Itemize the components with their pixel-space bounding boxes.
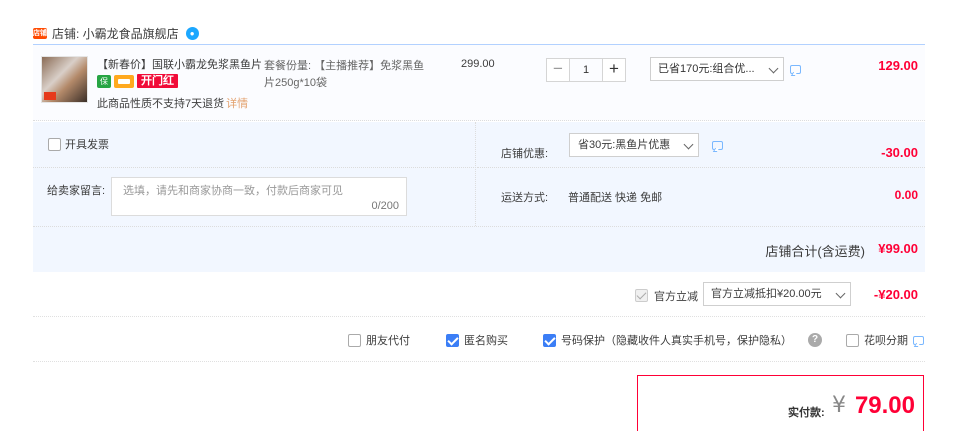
chat-bubble-icon[interactable]: ● (185, 26, 199, 40)
installment-checkbox[interactable] (846, 333, 859, 347)
anonymous-label: 匿名购买 (464, 335, 508, 347)
payment-summary: 实付款: ¥ 79.00 (637, 375, 924, 431)
qty-input[interactable]: 1 (570, 58, 602, 82)
return-detail-link[interactable]: 详情 (226, 98, 248, 110)
divider (33, 167, 476, 168)
official-discount-row: 官方立减 官方立减抵扣¥20.00元 -¥20.00 (33, 272, 925, 317)
extra-left: 开具发票 给卖家留言: 选填，请先和商家协商一致，付款后商家可见 0/200 (33, 122, 476, 226)
chevron-down-icon (835, 288, 846, 299)
item-total: 129.00 (878, 58, 918, 73)
qty-plus-button[interactable]: + (602, 58, 626, 82)
shop-discount-label: 店铺优惠: (501, 148, 549, 160)
card-badge-icon (114, 74, 134, 88)
product-thumbnail[interactable] (41, 56, 88, 103)
payment-amount: 79.00 (854, 392, 915, 419)
invoice-checkbox[interactable] (48, 137, 61, 151)
qty-minus-button[interactable]: − (546, 58, 570, 82)
shop-discount-amount: -30.00 (881, 145, 918, 160)
unit-price: 299.00 (461, 58, 495, 70)
shop-header: 店铺 店铺: 小霸龙食品旗舰店 ● (33, 23, 199, 43)
item-promo-value: 已省170元:组合优... (658, 63, 755, 75)
quantity-stepper: − 1 + (546, 58, 626, 82)
promo-info-icon[interactable] (790, 65, 801, 74)
product-spec: 套餐份量: 【主播推荐】免浆黑鱼片250g*10袋 (264, 60, 425, 89)
friend-pay-label: 朋友代付 (366, 335, 410, 347)
friend-pay-option[interactable]: 朋友代付 (348, 332, 410, 348)
anonymous-option[interactable]: 匿名购买 (446, 332, 508, 348)
memo-placeholder: 选填，请先和商家协商一致，付款后商家可见 (123, 185, 343, 197)
divider (477, 167, 925, 168)
shop-total-row: 店铺合计(含运费) ¥99.00 (33, 226, 925, 272)
official-discount-value: 官方立减抵扣¥20.00元 (711, 288, 822, 300)
shop-icon: 店铺 (33, 27, 47, 39)
shop-total-label: 店铺合计(含运费) (765, 244, 865, 259)
official-discount-checkbox (635, 289, 648, 303)
payment-currency: ¥ (832, 393, 846, 418)
number-protect-option[interactable]: 号码保护（隐藏收件人真实手机号，保护隐私） ? (543, 332, 822, 348)
official-discount-label: 官方立减 (654, 291, 698, 303)
friend-pay-checkbox[interactable] (348, 333, 361, 347)
extra-right: 店铺优惠: 省30元:黑鱼片优惠 -30.00 运送方式: 普通配送 快递 免邮… (477, 122, 925, 226)
installment-label: 花呗分期 (864, 335, 908, 347)
item-promo-select[interactable]: 已省170元:组合优... (650, 57, 784, 81)
chevron-down-icon (768, 63, 779, 74)
help-icon[interactable]: ? (808, 333, 822, 347)
shipping-label: 运送方式: (501, 192, 549, 204)
shipping-method: 普通配送 快递 免邮 (568, 192, 663, 204)
discount-info-icon[interactable] (712, 141, 723, 150)
number-protect-label: 号码保护（隐藏收件人真实手机号，保护隐私） (561, 335, 792, 347)
shop-discount-select[interactable]: 省30元:黑鱼片优惠 (569, 133, 699, 157)
guarantee-badge-icon: 保 (97, 74, 111, 88)
installment-info-icon[interactable] (913, 335, 924, 345)
return-policy-text: 此商品性质不支持7天退货 (97, 98, 225, 110)
payment-label: 实付款: (788, 407, 825, 419)
shipping-amount: 0.00 (894, 188, 918, 202)
shop-name[interactable]: 店铺: 小霸龙食品旗舰店 (52, 25, 179, 42)
promo-badge: 开门红 (137, 74, 178, 88)
official-discount-amount: -¥20.00 (873, 287, 918, 302)
item-row: 【新春价】国联小霸龙免浆黑鱼片 保 开门红 此商品性质不支持7天退货 详情 套餐份… (33, 45, 925, 121)
return-policy-note: 此商品性质不支持7天退货 详情 (97, 95, 248, 111)
shop-discount-value: 省30元:黑鱼片优惠 (578, 139, 671, 151)
number-protect-checkbox[interactable] (543, 333, 556, 347)
shop-total-amount: ¥99.00 (878, 241, 918, 256)
options-row: 朋友代付 匿名购买 号码保护（隐藏收件人真实手机号，保护隐私） ? 花呗分期 (33, 317, 925, 362)
memo-field[interactable]: 选填，请先和商家协商一致，付款后商家可见 0/200 (111, 177, 407, 216)
chevron-down-icon (683, 139, 694, 150)
extra-panel: 开具发票 给卖家留言: 选填，请先和商家协商一致，付款后商家可见 0/200 店… (33, 122, 925, 226)
order-box: 【新春价】国联小霸龙免浆黑鱼片 保 开门红 此商品性质不支持7天退货 详情 套餐份… (33, 44, 925, 272)
invoice-option[interactable]: 开具发票 (48, 136, 109, 152)
memo-char-count: 0/200 (371, 200, 399, 212)
invoice-label: 开具发票 (65, 139, 109, 151)
product-badges: 保 开门红 (97, 74, 178, 88)
product-title[interactable]: 【新春价】国联小霸龙免浆黑鱼片 (97, 56, 262, 72)
memo-label: 给卖家留言: (47, 185, 106, 197)
official-discount-select[interactable]: 官方立减抵扣¥20.00元 (703, 282, 851, 306)
anonymous-checkbox[interactable] (446, 333, 459, 347)
installment-option[interactable]: 花呗分期 (846, 332, 924, 348)
